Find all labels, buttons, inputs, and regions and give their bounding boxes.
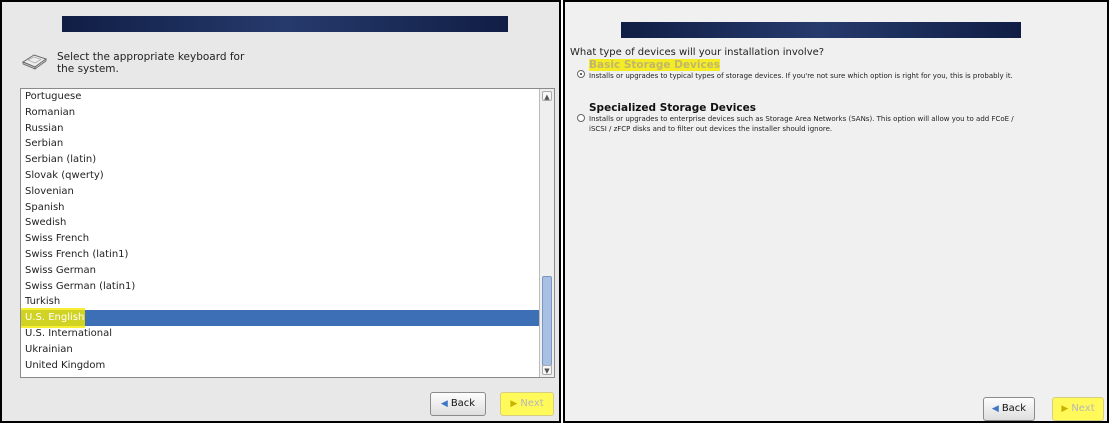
basic-storage-description: Installs or upgrades to typical types of… <box>589 72 1013 80</box>
header-banner <box>621 22 1021 38</box>
list-item[interactable]: Portuguese <box>21 89 539 105</box>
keyboard-prompt: Select the appropriate keyboard for the … <box>57 51 245 75</box>
scroll-thumb[interactable] <box>542 276 552 366</box>
list-item[interactable]: Ukrainian <box>21 342 539 358</box>
list-item[interactable]: Romanian <box>21 105 539 121</box>
list-item[interactable]: U.S. International <box>21 326 539 342</box>
list-item-selected[interactable]: U.S. English <box>21 308 539 329</box>
specialized-storage-title[interactable]: Specialized Storage Devices <box>589 102 756 114</box>
back-button[interactable]: ◀ Back <box>983 397 1035 421</box>
scroll-down-icon[interactable]: ▼ <box>542 365 552 375</box>
list-item[interactable]: Slovak (qwerty) <box>21 168 539 184</box>
list-item[interactable]: Swiss French (latin1) <box>21 247 539 263</box>
list-scrollbar[interactable]: ▲ ▼ <box>539 89 554 377</box>
list-item[interactable]: Swiss German <box>21 263 539 279</box>
list-item[interactable]: Slovenian <box>21 184 539 200</box>
scroll-up-icon[interactable]: ▲ <box>542 91 552 101</box>
back-button[interactable]: ◀ Back <box>430 392 486 416</box>
specialized-storage-description: Installs or upgrades to enterprise devic… <box>589 115 1014 133</box>
keyboard-layout-list[interactable]: Portuguese Romanian Russian Serbian Serbian … <box>20 88 555 378</box>
next-arrow-icon: ▶ <box>1061 404 1069 414</box>
keyboard-icon <box>21 54 48 70</box>
specialized-storage-radio[interactable] <box>577 114 585 122</box>
back-arrow-icon: ◀ <box>440 399 448 409</box>
back-arrow-icon: ◀ <box>991 404 999 414</box>
next-button[interactable]: ▶ Next <box>1052 397 1104 421</box>
list-item[interactable]: Swedish <box>21 215 539 231</box>
storage-devices-screen: What type of devices will your installat… <box>563 0 1109 423</box>
list-item[interactable]: Turkish <box>21 294 539 310</box>
list-item[interactable]: Spanish <box>21 200 539 216</box>
list-item[interactable]: Swiss German (latin1) <box>21 279 539 295</box>
storage-question: What type of devices will your installat… <box>570 47 825 58</box>
next-arrow-icon: ▶ <box>510 399 518 409</box>
keyboard-selection-screen: Select the appropriate keyboard for the … <box>0 0 561 423</box>
list-item[interactable]: Russian <box>21 121 539 137</box>
header-banner <box>62 16 508 32</box>
list-item[interactable]: Swiss French <box>21 231 539 247</box>
list-item[interactable]: United Kingdom <box>21 358 539 374</box>
basic-storage-title[interactable]: Basic Storage Devices <box>589 59 721 71</box>
next-button[interactable]: ▶ Next <box>500 392 554 416</box>
basic-storage-radio[interactable] <box>577 70 585 78</box>
list-item[interactable]: Serbian <box>21 136 539 152</box>
list-item[interactable]: Serbian (latin) <box>21 152 539 168</box>
